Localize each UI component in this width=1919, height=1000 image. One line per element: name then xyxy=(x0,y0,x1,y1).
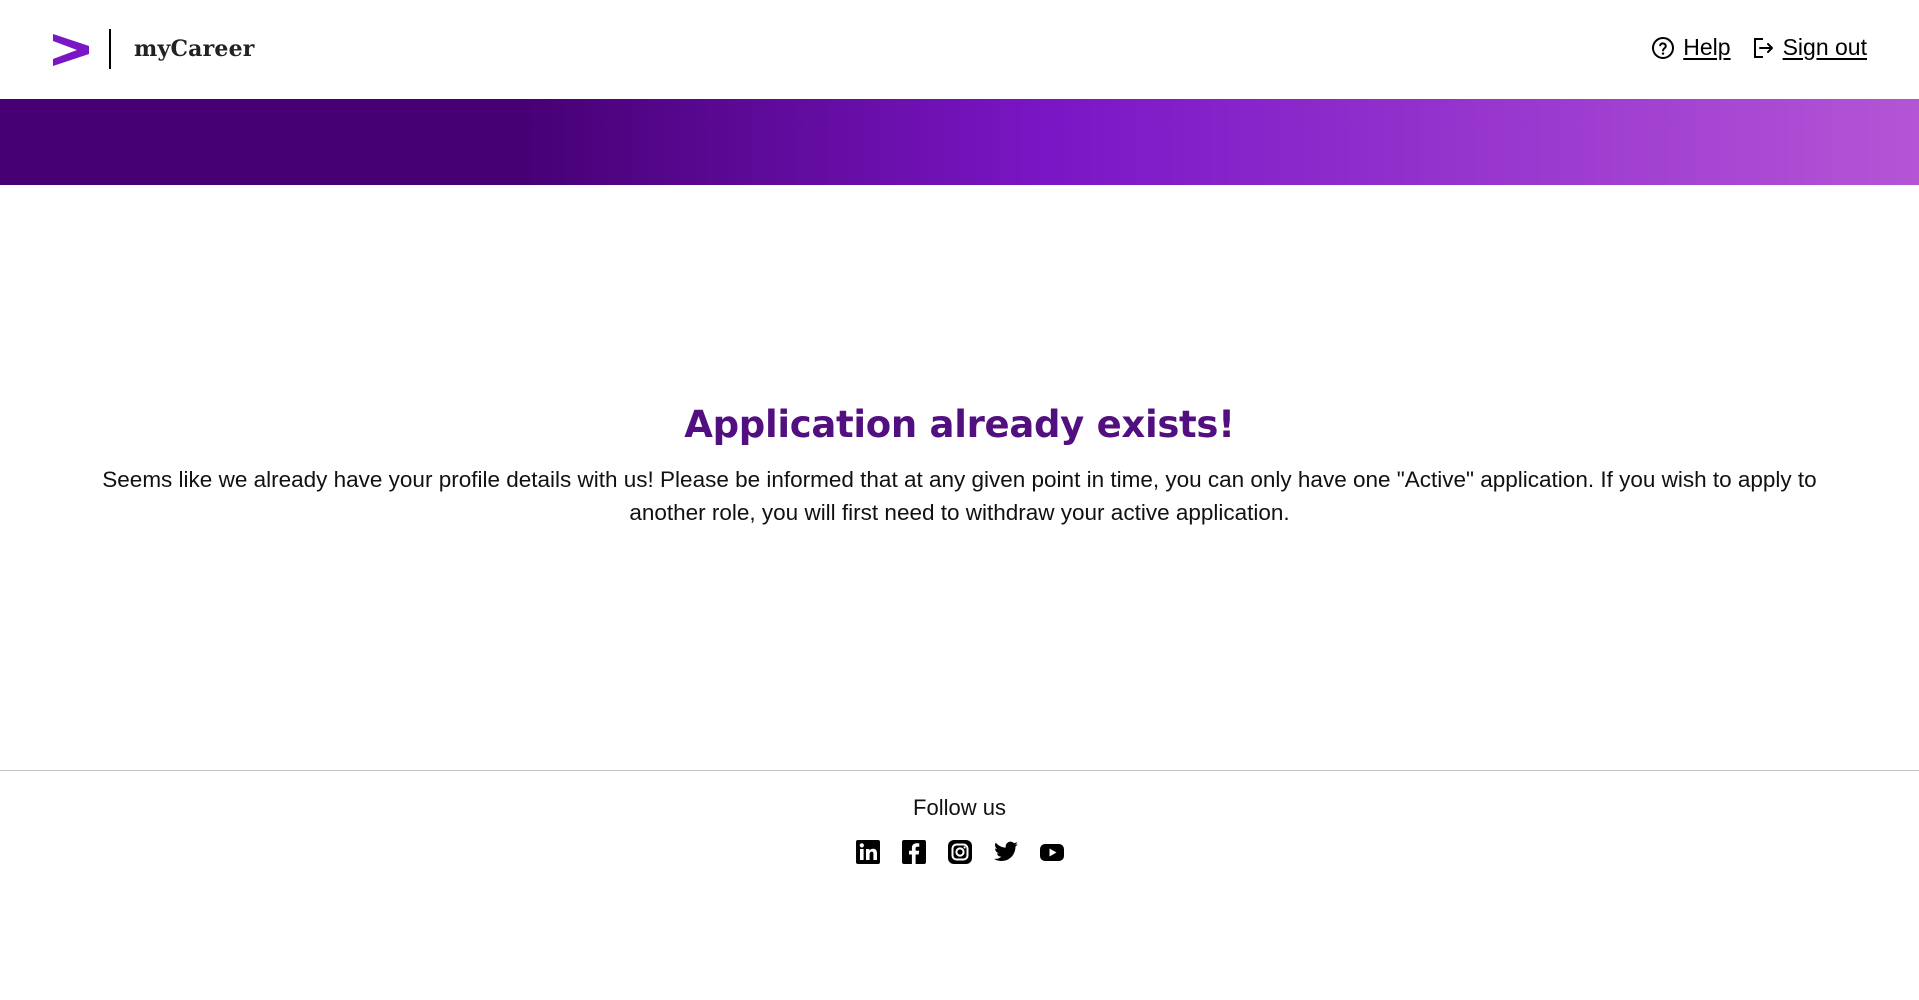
youtube-icon[interactable] xyxy=(1039,839,1065,865)
sign-out-label: Sign out xyxy=(1782,34,1867,60)
site-footer: Follow us xyxy=(0,770,1919,1000)
linkedin-icon[interactable] xyxy=(855,839,881,865)
help-label: Help xyxy=(1683,34,1731,60)
accenture-logo-icon[interactable] xyxy=(53,34,89,66)
app-name[interactable]: myCareer xyxy=(134,36,255,62)
page-title: Application already exists! xyxy=(684,403,1235,446)
header-nav: Help Sign out xyxy=(1651,34,1867,61)
sign-out-icon xyxy=(1753,37,1773,58)
main-content: Application already exists! Seems like w… xyxy=(0,185,1919,771)
info-message: Seems like we already have your profile … xyxy=(102,467,1817,525)
follow-us-label: Follow us xyxy=(913,795,1006,820)
instagram-icon[interactable] xyxy=(947,839,973,865)
sign-out-link[interactable]: Sign out xyxy=(1751,34,1867,61)
social-links xyxy=(0,839,1919,865)
facebook-icon[interactable] xyxy=(901,839,927,865)
header-gradient-banner xyxy=(0,99,1919,185)
site-header: myCareer Help Sign out xyxy=(0,0,1919,99)
twitter-icon[interactable] xyxy=(993,839,1019,865)
help-link[interactable]: Help xyxy=(1651,34,1731,61)
logo-divider xyxy=(109,29,111,69)
question-circle-icon xyxy=(1652,36,1675,59)
